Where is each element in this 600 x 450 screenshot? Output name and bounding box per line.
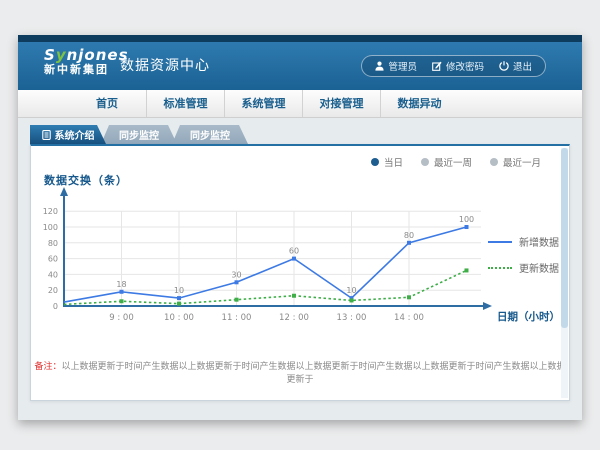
y-tick-label: 0 [53,302,58,311]
tab-2[interactable]: 同步监控 [172,125,248,144]
x-tick-label: 14 : 00 [394,313,424,323]
app-header: Synjones 新中新集团 数据资源中心 管理员 修改密码 退出 [18,42,582,90]
data-point [120,299,124,303]
user-icon [375,61,384,71]
footnote: 备注：以上数据更新于时间产生数据以上数据更新于时间产生数据以上数据更新于时间产生… [31,359,569,385]
radio-option-0[interactable]: 当日 [371,155,403,169]
chart-legend: 新增数据更新数据 [488,234,559,275]
footnote-text: 以上数据更新于时间产生数据以上数据更新于时间产生数据以上数据更新于时间产生数据以… [62,362,566,385]
x-axis-arrow-icon [483,302,492,310]
nav-item-0[interactable]: 首页 [68,90,146,117]
content-area: 系统介绍同步监控同步监控 当日最近一周最近一月 数据交换（条） 02040608… [18,118,582,420]
data-point [465,268,469,272]
user-menu: 管理员 修改密码 退出 [361,55,546,77]
data-point-label: 30 [231,270,241,279]
vertical-scrollbar[interactable] [561,148,568,398]
tab-0[interactable]: 系统介绍 [30,125,106,144]
footnote-prefix: 备注： [34,362,61,372]
data-point [120,290,124,294]
y-tick-label: 20 [48,286,58,295]
legend-label: 新增数据 [519,234,559,249]
radio-label: 最近一月 [503,155,541,169]
data-point-label: 18 [116,280,126,289]
window-top-strip [18,35,582,42]
app-window: Synjones 新中新集团 数据资源中心 管理员修改密码退出 首页标准管理系统… [18,35,582,420]
x-tick-label: 11 : 00 [222,313,252,323]
data-point [407,295,411,299]
tab-label: 同步监控 [119,127,159,142]
data-point [465,225,469,229]
radio-label: 当日 [384,155,403,169]
data-point [292,257,296,261]
radio-option-2[interactable]: 最近一月 [490,155,541,169]
radio-dot[interactable] [421,158,429,166]
user-menu-label: 管理员 [388,59,417,73]
data-point [350,298,354,302]
user-menu-item-1[interactable]: 修改密码 [432,59,484,73]
data-point-label: 60 [289,247,299,256]
data-point [235,280,239,284]
legend-label: 更新数据 [519,260,559,275]
y-tick-label: 60 [48,255,58,264]
user-menu-item-0[interactable]: 管理员 [375,59,417,73]
tab-label: 系统介绍 [55,127,95,142]
main-nav: 首页标准管理系统管理对接管理数据异动 [18,90,582,118]
page-title: 数据资源中心 [120,42,210,90]
user-menu-item-2[interactable]: 退出 [499,59,532,73]
doc-icon [42,130,51,140]
data-point [407,241,411,245]
x-tick-label: 9 : 00 [109,313,134,323]
y-tick-label: 80 [48,239,58,248]
data-point-label: 10 [174,286,184,295]
nav-item-2[interactable]: 系统管理 [224,90,302,117]
nav-item-3[interactable]: 对接管理 [302,90,380,117]
chart-card: 当日最近一周最近一月 数据交换（条） 0204060801001209 : 00… [30,144,570,401]
user-menu-label: 修改密码 [446,59,484,73]
logo-wordmark: Synjones [44,47,129,64]
user-menu-label: 退出 [513,59,532,73]
radio-label: 最近一周 [434,155,472,169]
nav-item-1[interactable]: 标准管理 [146,90,224,117]
data-point [177,296,181,300]
power-icon [499,61,509,71]
x-tick-label: 13 : 00 [337,313,367,323]
x-axis-title: 日期（小时） [497,310,560,323]
logo-company-name: 新中新集团 [44,64,129,76]
radio-option-1[interactable]: 最近一周 [421,155,472,169]
x-tick-label: 12 : 00 [279,313,309,323]
company-logo: Synjones 新中新集团 [44,47,129,76]
radio-dot[interactable] [371,158,379,166]
time-range-filter: 当日 最近一周 最近一月 [371,155,541,169]
y-tick-label: 120 [43,207,58,216]
nav-item-4[interactable]: 数据异动 [380,90,458,117]
y-axis-arrow-icon [60,187,68,196]
x-tick-label: 10 : 00 [164,313,194,323]
tab-label: 同步监控 [190,127,230,142]
data-point-label: 10 [346,286,356,295]
legend-line-sample [488,241,512,243]
radio-dot[interactable] [490,158,498,166]
legend-line-sample [488,267,512,269]
data-point-label: 100 [459,215,474,224]
y-tick-label: 40 [48,270,58,279]
data-point [235,298,239,302]
data-point-label: 80 [404,231,414,240]
tab-1[interactable]: 同步监控 [101,125,177,144]
scrollbar-thumb[interactable] [561,148,568,328]
legend-item-0: 新增数据 [488,234,559,249]
tab-bar: 系统介绍 同步监控 同步监控 [30,125,570,144]
data-point [177,302,181,306]
y-tick-label: 100 [43,223,58,232]
edit-icon [432,61,442,71]
data-point [292,294,296,298]
legend-item-1: 更新数据 [488,260,559,275]
